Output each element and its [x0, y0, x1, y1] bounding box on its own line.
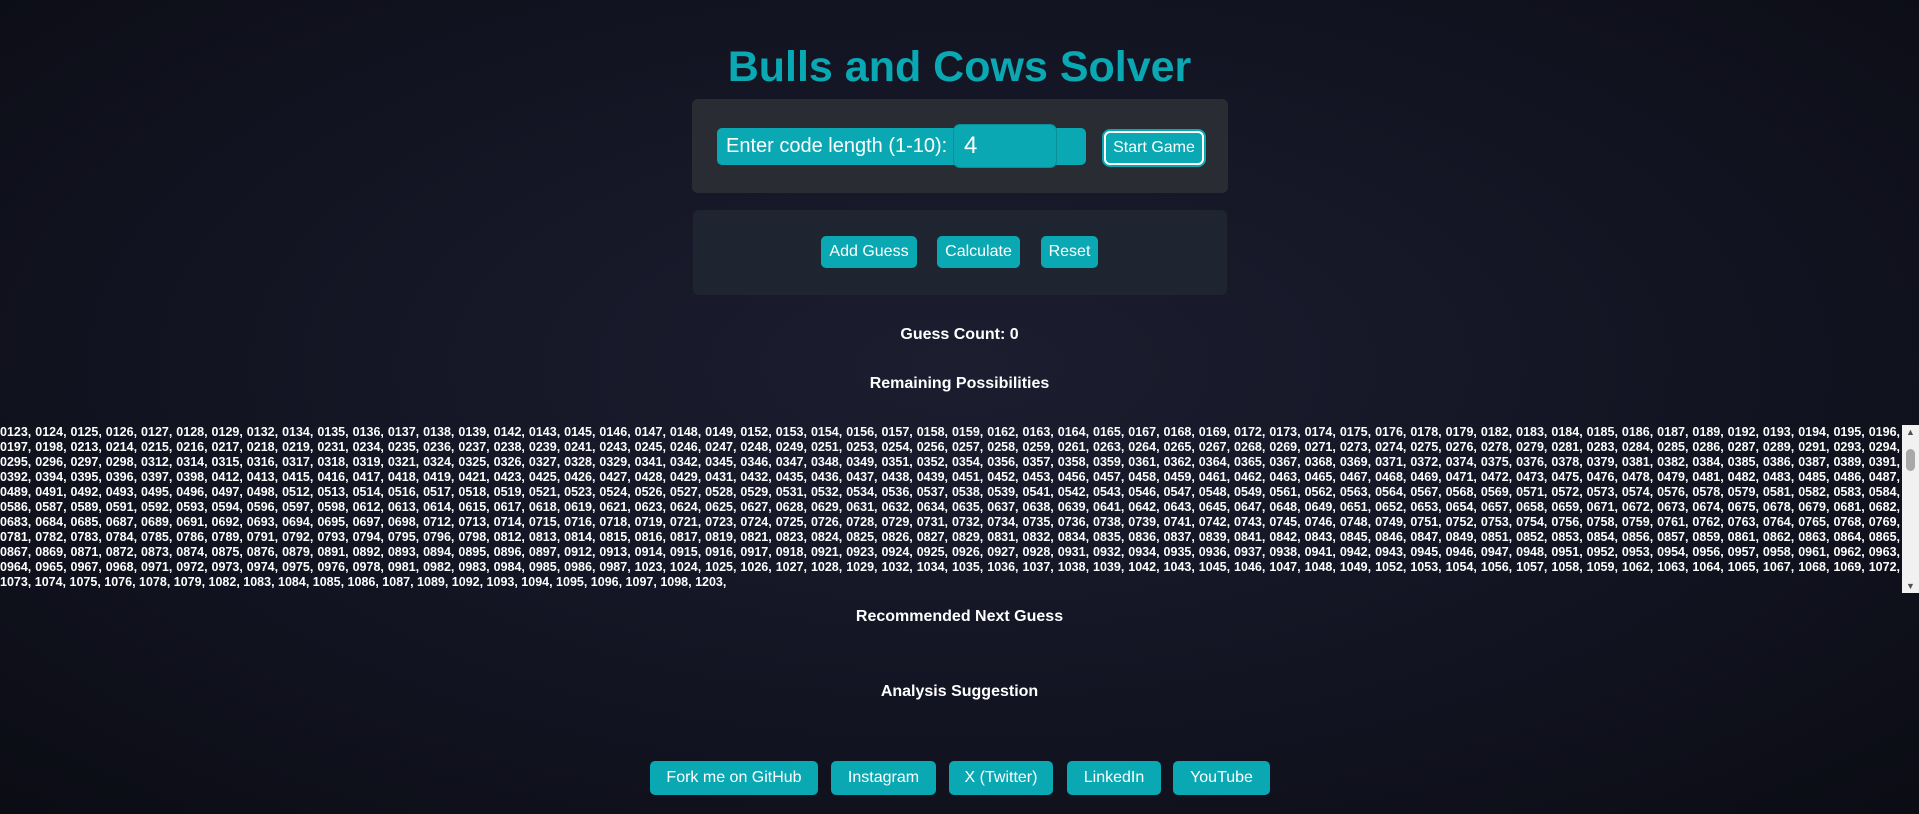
code-length-input[interactable]	[953, 124, 1057, 168]
linkedin-link[interactable]: LinkedIn	[1067, 761, 1161, 795]
instagram-link[interactable]: Instagram	[831, 761, 936, 795]
reset-button[interactable]: Reset	[1041, 236, 1098, 268]
youtube-link[interactable]: YouTube	[1173, 761, 1270, 795]
recommended-guess-heading: Recommended Next Guess	[855, 608, 1064, 625]
remaining-possibilities-list: 0123, 0124, 0125, 0126, 0127, 0128, 0129…	[0, 425, 1900, 589]
scroll-up-arrow-icon[interactable]: ▲	[1902, 425, 1919, 439]
calculate-button[interactable]: Calculate	[937, 236, 1020, 268]
analysis-suggestion-heading: Analysis Suggestion	[880, 683, 1039, 700]
guess-count: Guess Count: 0	[900, 326, 1019, 343]
setup-panel: Enter code length (1-10): Start Game	[692, 99, 1228, 193]
page-title: Bulls and Cows Solver	[727, 43, 1192, 91]
scroll-down-arrow-icon[interactable]: ▼	[1902, 579, 1919, 593]
code-length-group: Enter code length (1-10):	[717, 124, 1086, 168]
add-guess-button[interactable]: Add Guess	[821, 236, 917, 268]
code-length-label: Enter code length (1-10):	[726, 135, 948, 157]
remaining-possibilities-heading: Remaining Possibilities	[869, 375, 1050, 392]
start-game-button[interactable]: Start Game	[1104, 131, 1204, 165]
github-link[interactable]: Fork me on GitHub	[650, 761, 818, 795]
twitter-link[interactable]: X (Twitter)	[949, 761, 1053, 795]
actions-panel: Add Guess Calculate Reset	[693, 210, 1227, 295]
scroll-thumb[interactable]	[1906, 449, 1915, 471]
possibilities-scrollbar[interactable]: ▲ ▼	[1902, 425, 1919, 593]
